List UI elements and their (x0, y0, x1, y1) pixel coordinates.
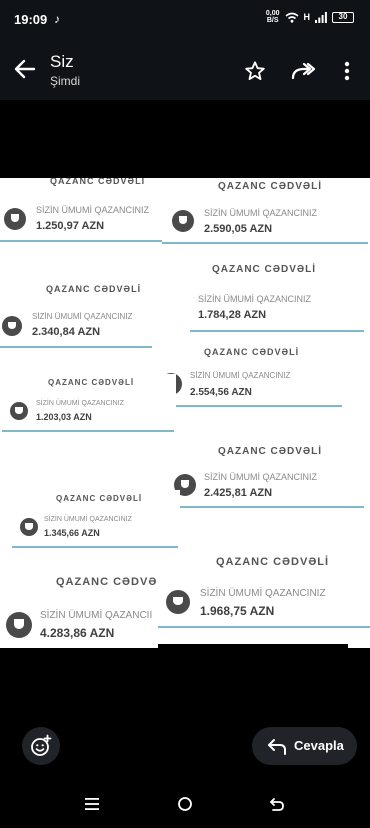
trophy-icon (10, 402, 28, 420)
tiktok-icon: ♪ (54, 12, 60, 26)
network-speed: 0,00 B/S (266, 10, 280, 24)
trophy-icon (20, 518, 38, 536)
card-amount: 1.203,03 AZN (36, 412, 92, 422)
forward-icon[interactable] (290, 60, 316, 82)
card-heading: QAZANC CƏDVƏLİ (204, 347, 300, 357)
reply-label: Cevapla (294, 738, 344, 753)
card-label: SİZİN ÜMUMİ QAZANCINIZ (198, 294, 311, 304)
network-type: H (303, 12, 311, 22)
card-label: SİZİN ÜMUMİ QAZANCINIZ (204, 472, 317, 482)
card-label: SİZİN ÜMUMİ QAZANCINIZ (32, 312, 133, 321)
reply-button[interactable]: Cevapla (252, 727, 357, 765)
earnings-card: QAZANC CƏDVƏ SİZİN ÜMUMİ QAZANCII 4.283,… (0, 570, 156, 648)
card-box: SİZİN ÜMUMİ QAZANCINIZ 2.590,05 AZN (162, 198, 368, 244)
earnings-card: QAZANC CƏDVƏLİ SİZİN ÜMUMİ QAZANCINIZ 2.… (152, 343, 346, 413)
card-box: SİZİN ÜMUMİ QAZANCINIZ 1.968,75 AZN (158, 578, 370, 628)
card-amount: 1.345,66 AZN (44, 528, 100, 538)
wifi-icon (284, 12, 299, 23)
card-amount: 2.554,56 AZN (190, 387, 252, 398)
card-label: SİZİN ÜMUMİ QAZANCINIZ (204, 208, 317, 218)
earnings-card: QAZANC CƏDVƏLİ SİZİN ÜMUMİ QAZANCINIZ 2.… (166, 442, 370, 514)
status-indicators: 0,00 B/S H 30 (266, 10, 354, 24)
card-amount: 1.250,97 AZN (36, 220, 105, 232)
system-nav-bar (0, 775, 370, 828)
card-box: SİZİN ÜMUMİ QAZANCINIZ 1.250,97 AZN (0, 200, 162, 242)
card-heading: QAZANC CƏDVƏLİ (218, 181, 323, 192)
trophy-icon (6, 612, 32, 638)
network-speed-unit: B/S (266, 17, 279, 24)
trophy-icon (4, 208, 26, 230)
recents-icon[interactable] (84, 797, 100, 811)
card-heading: QAZANC CƏDVƏ (56, 576, 158, 588)
card-amount: 1.968,75 AZN (200, 604, 275, 618)
back-arrow-icon[interactable] (12, 56, 38, 82)
card-label: SİZİN ÜMUMİ QAZANCINIZ (36, 205, 149, 215)
home-icon[interactable] (177, 796, 193, 812)
card-amount: 2.590,05 AZN (204, 223, 273, 235)
card-label: SİZİN ÜMUMİ QAZANCINIZ (200, 588, 326, 599)
card-label: SİZİN ÜMUMİ QAZANCINIZ (190, 371, 291, 380)
earnings-card: QAZANC CƏDVƏLİ SİZİN ÜMUMİ QAZANCINIZ 2.… (0, 280, 190, 352)
card-amount: 2.425,81 AZN (204, 487, 273, 499)
back-nav-icon[interactable] (269, 796, 285, 812)
card-box: SİZİN ÜMUMİ QAZANCINIZ 2.554,56 AZN (152, 363, 342, 407)
trophy-icon (166, 590, 190, 614)
sender-name: Siz (50, 52, 74, 71)
emoji-reaction-button[interactable] (22, 727, 60, 765)
card-amount: 4.283,86 AZN (40, 626, 115, 640)
trophy-icon (172, 210, 194, 232)
app-bar: Siz Şimdi (0, 40, 370, 100)
network-speed-value: 0,00 (265, 10, 280, 17)
card-heading: QAZANC CƏDVƏLİ (56, 494, 143, 503)
card-box: SİZİN ÜMUMİ QAZANCINIZ 2.425,81 AZN (166, 462, 364, 508)
earnings-card: QAZANC CƏDVƏLİ SİZİN ÜMUMİ QAZANCINIZ 1.… (0, 178, 168, 248)
card-heading: QAZANC CƏDVƏLİ (218, 446, 323, 457)
trophy-icon (2, 316, 22, 336)
card-label: SİZİN ÜMUMİ QAZANCINIZ (36, 400, 124, 407)
earnings-card: QAZANC CƏDVƏLİ SİZİN ÜMUMİ QAZANCINIZ 1.… (12, 490, 180, 552)
card-label: SİZİN ÜMUMİ QAZANCINIZ (44, 516, 132, 523)
status-time: 19:09 (14, 12, 48, 27)
message-image[interactable]: QAZANC CƏDVƏLİ SİZİN ÜMUMİ QAZANCINIZ 1.… (0, 178, 370, 648)
more-options-icon[interactable] (336, 60, 358, 82)
card-heading: QAZANC CƏDVƏLİ (50, 178, 146, 186)
card-heading: QAZANC CƏDVƏLİ (48, 378, 135, 387)
earnings-card: QAZANC CƏDVƏLİ SİZİN ÜMUMİ QAZANCINIZ 2.… (162, 178, 370, 248)
card-heading: QAZANC CƏDVƏLİ (46, 284, 142, 294)
reply-arrow-icon (268, 739, 286, 755)
image-edge-bar (158, 644, 348, 648)
card-box: SİZİN ÜMUMİ QAZANCINIZ 1.203,03 AZN (2, 392, 174, 432)
screen: 19:09 ♪ 0,00 B/S H 30 Siz Şimdi QAZANC C… (0, 0, 370, 828)
message-time: Şimdi (50, 74, 81, 88)
card-amount: 2.340,84 AZN (32, 326, 101, 338)
card-box: SİZİN ÜMUMİ QAZANCII 4.283,86 AZN (0, 598, 156, 648)
battery-icon: 30 (332, 11, 354, 23)
card-heading: QAZANC CƏDVƏLİ (216, 556, 330, 568)
card-box: SİZİN ÜMUMİ QAZANCINIZ 2.340,84 AZN (0, 304, 188, 348)
add-reaction-icon (31, 734, 52, 756)
card-amount: 1.784,28 AZN (198, 309, 267, 321)
card-label: SİZİN ÜMUMİ QAZANCII (40, 610, 153, 621)
earnings-card: QAZANC CƏDVƏLİ SİZİN ÜMUMİ QAZANCINIZ 1.… (2, 374, 176, 436)
status-bar: 19:09 ♪ 0,00 B/S H 30 (0, 0, 370, 40)
card-box: SİZİN ÜMUMİ QAZANCINIZ 1.345,66 AZN (12, 508, 178, 548)
signal-icon (315, 11, 327, 23)
card-heading: QAZANC CƏDVƏLİ (212, 264, 317, 275)
star-icon[interactable] (244, 60, 266, 82)
earnings-card: QAZANC CƏDVƏLİ SİZİN ÜMUMİ QAZANCINIZ 1.… (158, 550, 370, 636)
